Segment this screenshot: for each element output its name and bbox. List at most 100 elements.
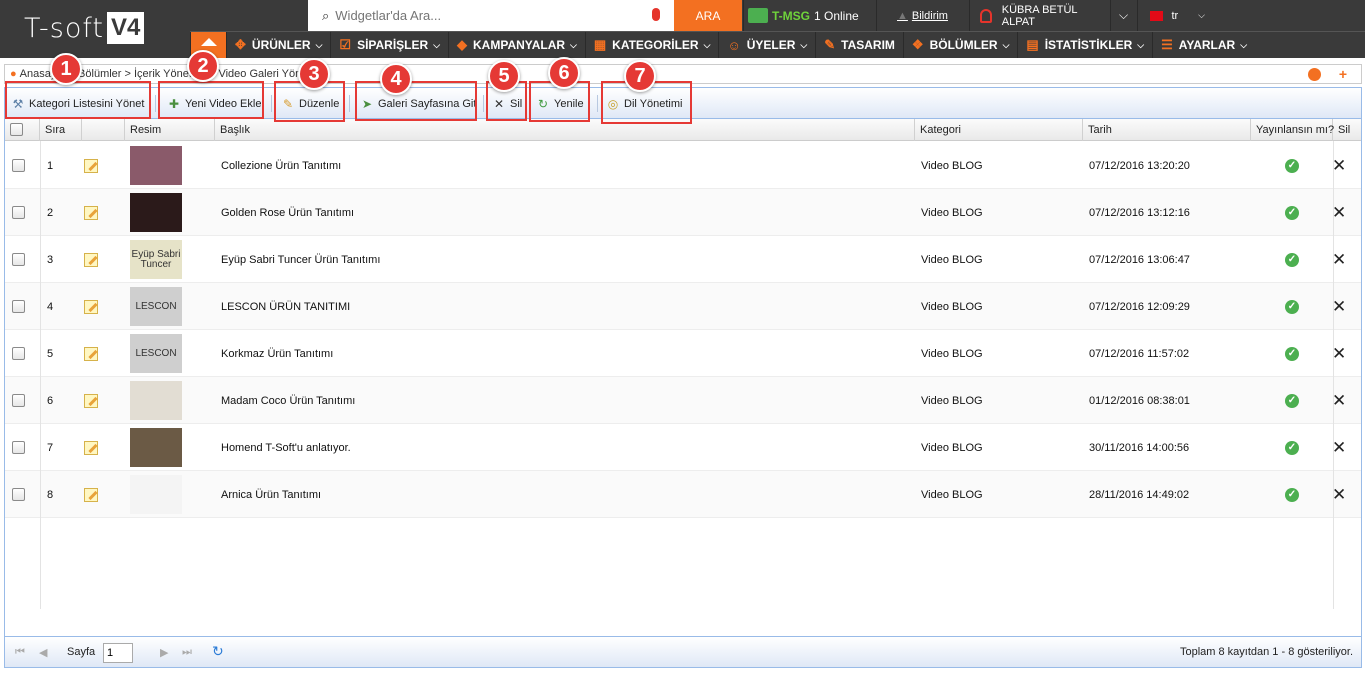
check-icon[interactable]: ✓ xyxy=(1285,346,1299,361)
search-input[interactable] xyxy=(335,8,636,23)
refresh-icon[interactable]: ↻ xyxy=(212,643,224,660)
go-gallery-button[interactable]: ➤ Galeri Sayfasına Git xyxy=(360,94,476,113)
table-row[interactable]: 1 Collezione Ürün Tanıtımı Video BLOG 07/12… xyxy=(5,142,1361,189)
close-icon[interactable]: ✕ xyxy=(1332,438,1346,458)
table-row[interactable]: 3 Eyüp Sabri Tuncer Eyüp Sabri Tuncer Ürün… xyxy=(5,236,1361,283)
column-header-image[interactable]: Resim xyxy=(125,119,215,141)
nav-products[interactable]: ✥ ÜRÜNLER ⌵ xyxy=(226,32,330,58)
nav-campaigns[interactable]: ◆ KAMPANYALAR ⌵ xyxy=(448,32,585,58)
row-order: 3 xyxy=(47,253,54,266)
close-icon[interactable]: ✕ xyxy=(1332,203,1346,223)
nav-orders[interactable]: ☑ SİPARİŞLER ⌵ xyxy=(330,32,448,58)
edit-row-icon[interactable] xyxy=(84,393,98,408)
language-selector[interactable]: tr ⌵ xyxy=(1137,0,1205,31)
check-icon[interactable]: ✓ xyxy=(1285,158,1299,173)
close-icon[interactable]: ✕ xyxy=(1332,297,1346,317)
microphone-icon[interactable] xyxy=(652,8,660,21)
edit-row-icon[interactable] xyxy=(84,205,98,220)
last-page-icon[interactable]: ⏭ xyxy=(182,646,192,659)
close-icon[interactable]: ✕ xyxy=(1332,485,1346,505)
row-title[interactable]: LESCON ÜRÜN TANITIMI xyxy=(221,283,350,330)
nav-settings[interactable]: ☰ AYARLAR ⌵ xyxy=(1152,32,1255,58)
row-checkbox[interactable] xyxy=(12,206,25,219)
chevron-down-icon[interactable]: ⌵ xyxy=(1110,0,1136,31)
check-icon[interactable]: ✓ xyxy=(1285,252,1299,267)
refresh-button[interactable]: ↻ Yenile xyxy=(536,94,584,113)
row-order: 6 xyxy=(47,394,54,407)
tmsg-status[interactable]: T-MSG 1 Online xyxy=(743,0,875,31)
edit-row-icon[interactable] xyxy=(84,252,98,267)
nav-members[interactable]: ☺ ÜYELER ⌵ xyxy=(718,32,815,58)
add-shortcut-icon[interactable]: + xyxy=(1339,66,1347,82)
table-row[interactable]: 6 Madam Coco Ürün Tanıtımı Video BLOG 01/12… xyxy=(5,377,1361,424)
edit-row-icon[interactable] xyxy=(84,346,98,361)
annotation-number-3: 3 xyxy=(298,58,330,90)
next-page-icon[interactable]: ▶ xyxy=(160,646,168,659)
page-number-input[interactable] xyxy=(103,643,133,663)
table-row[interactable]: 2 Golden Rose Ürün Tanıtımı Video BLOG 07/1… xyxy=(5,189,1361,236)
column-header-published[interactable]: Yayınlansın mı? xyxy=(1251,119,1334,141)
nav-statistics[interactable]: ▤ İSTATİSTİKLER ⌵ xyxy=(1017,32,1152,58)
close-icon[interactable]: ✕ xyxy=(1332,344,1346,364)
close-icon[interactable]: ✕ xyxy=(1332,250,1346,270)
select-all-checkbox[interactable] xyxy=(10,123,23,136)
table-row[interactable]: 7 Homend T-Soft'u anlatıyor. Video BLOG 30/… xyxy=(5,424,1361,471)
row-checkbox[interactable] xyxy=(12,441,25,454)
column-header-title[interactable]: Başlık xyxy=(215,119,915,141)
user-menu[interactable]: KÜBRA BETÜL ALPAT xyxy=(969,0,1109,31)
row-order: 7 xyxy=(47,441,54,454)
table-row[interactable]: 4 LESCON LESCON ÜRÜN TANITIMI Video BLOG 07/… xyxy=(5,283,1361,330)
language-management-button[interactable]: ◎ Dil Yönetimi xyxy=(606,94,683,113)
edit-button[interactable]: ✎ Düzenle xyxy=(281,94,339,113)
table-row[interactable]: 8 Arnica Ürün Tanıtımı Video BLOG 28/11/201… xyxy=(5,471,1361,518)
first-page-icon[interactable]: ⏮ xyxy=(15,646,25,659)
play-icon[interactable] xyxy=(1308,68,1321,81)
row-title[interactable]: Collezione Ürün Tanıtımı xyxy=(221,142,341,189)
check-icon[interactable]: ✓ xyxy=(1285,487,1299,502)
nav-sections[interactable]: ❖ BÖLÜMLER ⌵ xyxy=(902,32,1017,58)
nav-design[interactable]: ✎ TASARIM xyxy=(815,32,903,58)
row-checkbox[interactable] xyxy=(12,488,25,501)
refresh-icon: ↻ xyxy=(537,96,549,111)
row-checkbox[interactable] xyxy=(12,394,25,407)
search-button[interactable]: ARA xyxy=(674,0,742,31)
close-icon[interactable]: ✕ xyxy=(1332,156,1346,176)
button-label: Yenile xyxy=(554,97,584,110)
row-date: 30/11/2016 14:00:56 xyxy=(1089,441,1190,454)
edit-row-icon[interactable] xyxy=(84,158,98,173)
add-video-button[interactable]: ✚ Yeni Video Ekle xyxy=(167,94,261,113)
paging-info: Toplam 8 kayıtdan 1 - 8 gösteriliyor. xyxy=(1179,646,1353,658)
row-checkbox[interactable] xyxy=(12,159,25,172)
close-icon[interactable]: ✕ xyxy=(1332,391,1346,411)
edit-row-icon[interactable] xyxy=(84,440,98,455)
check-icon[interactable]: ✓ xyxy=(1285,205,1299,220)
nav-categories[interactable]: ▦ KATEGORİLER ⌵ xyxy=(584,32,719,58)
row-checkbox[interactable] xyxy=(12,253,25,266)
column-header-order[interactable]: Sıra xyxy=(40,119,82,141)
row-category: Video BLOG xyxy=(921,253,983,266)
row-title[interactable]: Arnica Ürün Tanıtımı xyxy=(221,471,321,518)
row-title[interactable]: Golden Rose Ürün Tanıtımı xyxy=(221,189,354,236)
edit-row-icon[interactable] xyxy=(84,487,98,502)
column-header-delete[interactable]: Sil xyxy=(1333,119,1361,141)
manage-categories-button[interactable]: ⚒ Kategori Listesini Yönet xyxy=(11,94,145,113)
edit-row-icon[interactable] xyxy=(84,299,98,314)
tmsg-online: 1 Online xyxy=(814,8,859,23)
check-icon[interactable]: ✓ xyxy=(1285,440,1299,455)
column-header-category[interactable]: Kategori xyxy=(915,119,1083,141)
check-icon[interactable]: ✓ xyxy=(1285,299,1299,314)
check-icon[interactable]: ✓ xyxy=(1285,393,1299,408)
row-checkbox[interactable] xyxy=(12,347,25,360)
row-title[interactable]: Madam Coco Ürün Tanıtımı xyxy=(221,377,355,424)
logo[interactable]: T-soft V4 xyxy=(24,12,145,44)
delete-button[interactable]: ✕ Sil xyxy=(492,94,522,113)
column-header-date[interactable]: Tarih xyxy=(1083,119,1251,141)
row-title[interactable]: Eyüp Sabri Tuncer Ürün Tanıtımı xyxy=(221,236,380,283)
row-title[interactable]: Korkmaz Ürün Tanıtımı xyxy=(221,330,333,377)
table-row[interactable]: 5 LESCON Korkmaz Ürün Tanıtımı Video BLOG 07… xyxy=(5,330,1361,377)
prev-page-icon[interactable]: ◀ xyxy=(39,646,47,659)
chevron-down-icon: ⌵ xyxy=(800,39,808,50)
notifications-link[interactable]: ▲ Bildirim xyxy=(876,0,968,31)
row-checkbox[interactable] xyxy=(12,300,25,313)
row-title[interactable]: Homend T-Soft'u anlatıyor. xyxy=(221,424,351,471)
